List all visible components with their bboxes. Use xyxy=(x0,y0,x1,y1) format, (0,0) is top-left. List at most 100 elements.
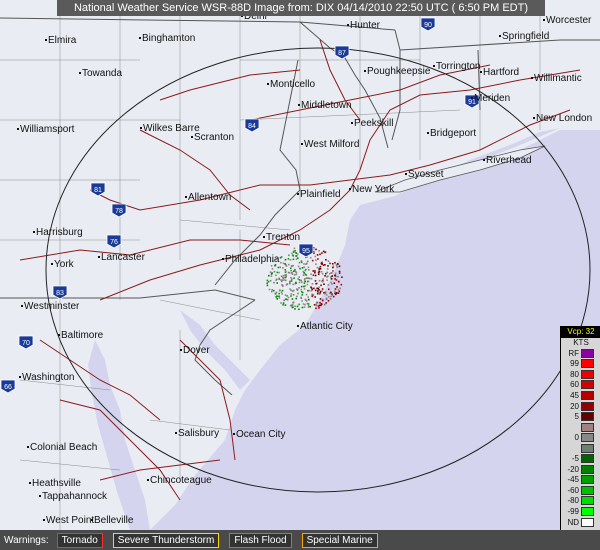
highway-shield-icon: 70 xyxy=(18,335,34,350)
radar-echo-pixel xyxy=(277,266,280,269)
warning-flash-flood-button[interactable]: Flash Flood xyxy=(229,532,292,548)
city-label: Lancaster xyxy=(101,252,146,263)
warnings-label: Warnings: xyxy=(4,534,49,546)
radar-echo-pixel xyxy=(284,294,287,296)
radar-echo-pixel xyxy=(300,279,302,282)
radar-echo-pixel xyxy=(304,298,307,301)
highway-label: 95 xyxy=(302,248,310,255)
city-label: Torrington xyxy=(436,61,480,72)
radar-echo-pixel xyxy=(275,291,278,294)
radar-echo-pixel xyxy=(279,256,282,259)
radar-echo-pixel xyxy=(338,270,341,273)
warning-special-marine-button[interactable]: Special Marine xyxy=(301,532,378,548)
radar-echo-pixel xyxy=(280,275,283,278)
radar-echo-pixel xyxy=(319,292,321,294)
radar-echo-pixel xyxy=(295,273,298,276)
city-label: Tappahannock xyxy=(42,491,108,502)
radar-echo-pixel xyxy=(281,284,283,286)
legend-entry-label: -60 xyxy=(567,485,579,495)
radar-echo-pixel xyxy=(289,280,291,283)
city-label: Springfield xyxy=(502,31,549,42)
highway-shield-icon: 83 xyxy=(52,285,68,300)
radar-echo-pixel xyxy=(319,265,322,268)
radar-echo-pixel xyxy=(315,301,318,304)
radar-echo-pixel xyxy=(303,271,305,274)
radar-echo-pixel xyxy=(289,272,291,274)
radar-echo-pixel xyxy=(282,304,284,306)
city-marker xyxy=(364,70,366,72)
radar-echo-pixel xyxy=(291,273,294,275)
warning-severe-thunderstorm-button[interactable]: Severe Thunderstorm xyxy=(112,532,220,548)
city-marker xyxy=(531,77,533,79)
highway-label: 76 xyxy=(110,239,118,246)
radar-echo-pixel xyxy=(288,282,291,285)
legend-swatch xyxy=(581,485,594,495)
legend-entry-label: 0 xyxy=(574,433,579,443)
city-marker xyxy=(58,334,60,336)
radar-echo-pixel xyxy=(290,293,293,295)
radar-echo-pixel xyxy=(296,305,299,308)
radar-echo-pixel xyxy=(305,277,308,279)
radar-echo-pixel xyxy=(282,267,284,269)
radar-echo-pixel xyxy=(309,256,312,259)
radar-echo-pixel xyxy=(332,295,335,298)
radar-echo-pixel xyxy=(290,304,292,307)
radar-echo-pixel xyxy=(278,295,280,298)
radar-echo-pixel xyxy=(307,280,310,283)
city-label: Ocean City xyxy=(236,429,285,440)
highway-shield-icon: 95 xyxy=(298,243,314,258)
legend-entry: 60 xyxy=(561,380,600,391)
radar-echo-pixel xyxy=(324,292,326,295)
city-marker xyxy=(480,71,482,73)
radar-echo-pixel xyxy=(303,288,306,290)
radar-echo-pixel xyxy=(280,261,282,264)
legend-swatch xyxy=(581,454,594,464)
radar-echo-pixel xyxy=(310,273,312,275)
radar-echo-pixel xyxy=(327,260,330,262)
radar-echo-pixel xyxy=(314,296,316,298)
radar-echo-pixel xyxy=(292,306,294,308)
radar-echo-pixel xyxy=(270,275,273,277)
radar-echo-pixel xyxy=(268,288,271,291)
city-marker xyxy=(301,143,303,145)
legend-entry: -80 xyxy=(561,496,600,507)
radar-echo-pixel xyxy=(319,253,321,256)
city-label: Scranton xyxy=(194,132,234,143)
radar-echo-pixel xyxy=(298,261,301,264)
radar-echo-pixel xyxy=(330,278,333,280)
radar-echo-pixel xyxy=(294,268,296,271)
radar-echo-pixel xyxy=(320,284,322,287)
radar-echo-pixel xyxy=(284,276,286,279)
radar-echo-pixel xyxy=(315,263,317,265)
warning-tornado-button[interactable]: Tornado xyxy=(56,532,103,548)
city-label: Baltimore xyxy=(61,330,104,341)
city-marker xyxy=(298,104,300,106)
radar-echo-pixel xyxy=(282,262,285,265)
radar-echo-pixel xyxy=(292,251,295,253)
radar-echo-pixel xyxy=(291,252,293,255)
legend-entry: 0 xyxy=(561,432,600,443)
city-label: New London xyxy=(536,113,592,124)
city-marker xyxy=(222,258,224,260)
radar-echo-pixel xyxy=(325,294,328,296)
radar-echo-pixel xyxy=(317,290,319,292)
radar-echo-pixel xyxy=(280,302,282,304)
radar-echo-pixel xyxy=(325,297,328,300)
highway-label: 84 xyxy=(248,123,256,130)
radar-echo-pixel xyxy=(307,303,310,305)
radar-echo-pixel xyxy=(311,259,314,262)
radar-echo-pixel xyxy=(292,302,294,304)
city-marker xyxy=(29,482,31,484)
city-marker xyxy=(175,432,177,434)
legend-entry-label: -5 xyxy=(571,454,579,464)
radar-echo-pixel xyxy=(280,280,283,283)
city-label: Washington xyxy=(22,372,74,383)
radar-echo-pixel xyxy=(338,265,341,268)
radar-echo-pixel xyxy=(294,305,296,307)
radar-echo-pixel xyxy=(318,267,321,270)
radar-echo-pixel xyxy=(302,274,305,276)
city-label: Colonial Beach xyxy=(30,442,97,453)
radar-echo-pixel xyxy=(340,283,343,286)
radar-echo-pixel xyxy=(310,287,313,289)
radar-echo-pixel xyxy=(287,258,290,260)
